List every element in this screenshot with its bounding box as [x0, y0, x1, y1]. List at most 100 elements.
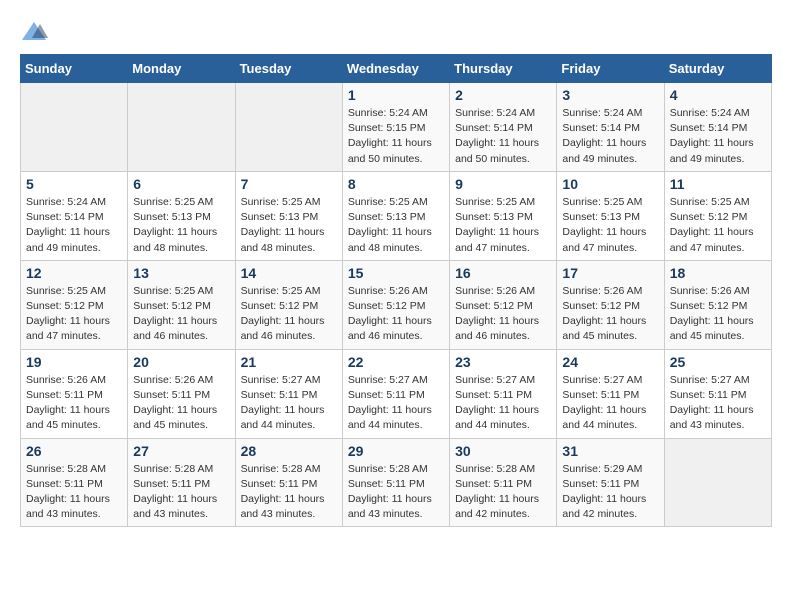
- day-info: Sunrise: 5:28 AM Sunset: 5:11 PM Dayligh…: [348, 462, 444, 523]
- calendar-cell: 19 Sunrise: 5:26 AM Sunset: 5:11 PM Dayli…: [21, 349, 128, 438]
- calendar-cell: 1 Sunrise: 5:24 AM Sunset: 5:15 PM Daylig…: [342, 83, 449, 172]
- calendar-cell: 24 Sunrise: 5:27 AM Sunset: 5:11 PM Dayli…: [557, 349, 664, 438]
- calendar-table: SundayMondayTuesdayWednesdayThursdayFrid…: [20, 54, 772, 527]
- day-number: 24: [562, 354, 658, 370]
- day-info: Sunrise: 5:26 AM Sunset: 5:12 PM Dayligh…: [455, 284, 551, 345]
- day-info: Sunrise: 5:27 AM Sunset: 5:11 PM Dayligh…: [348, 373, 444, 434]
- calendar-cell: 27 Sunrise: 5:28 AM Sunset: 5:11 PM Dayli…: [128, 438, 235, 527]
- calendar-cell: 7 Sunrise: 5:25 AM Sunset: 5:13 PM Daylig…: [235, 171, 342, 260]
- day-info: Sunrise: 5:24 AM Sunset: 5:14 PM Dayligh…: [670, 106, 766, 167]
- calendar-cell: [235, 83, 342, 172]
- weekday-header: Saturday: [664, 55, 771, 83]
- day-info: Sunrise: 5:27 AM Sunset: 5:11 PM Dayligh…: [455, 373, 551, 434]
- day-number: 11: [670, 176, 766, 192]
- calendar-cell: 5 Sunrise: 5:24 AM Sunset: 5:14 PM Daylig…: [21, 171, 128, 260]
- day-info: Sunrise: 5:27 AM Sunset: 5:11 PM Dayligh…: [562, 373, 658, 434]
- calendar-cell: 31Sunrise: 5:29 AM Sunset: 5:11 PM Dayli…: [557, 438, 664, 527]
- day-number: 3: [562, 87, 658, 103]
- day-number: 23: [455, 354, 551, 370]
- day-info: Sunrise: 5:25 AM Sunset: 5:13 PM Dayligh…: [241, 195, 337, 256]
- day-info: Sunrise: 5:26 AM Sunset: 5:11 PM Dayligh…: [133, 373, 229, 434]
- calendar-cell: 2 Sunrise: 5:24 AM Sunset: 5:14 PM Daylig…: [450, 83, 557, 172]
- logo-icon: [20, 20, 48, 44]
- day-info: Sunrise: 5:26 AM Sunset: 5:11 PM Dayligh…: [26, 373, 122, 434]
- weekday-header: Wednesday: [342, 55, 449, 83]
- day-info: Sunrise: 5:27 AM Sunset: 5:11 PM Dayligh…: [670, 373, 766, 434]
- calendar-week-row: 5 Sunrise: 5:24 AM Sunset: 5:14 PM Daylig…: [21, 171, 772, 260]
- calendar-cell: 11 Sunrise: 5:25 AM Sunset: 5:12 PM Dayli…: [664, 171, 771, 260]
- calendar-cell: 26 Sunrise: 5:28 AM Sunset: 5:11 PM Dayli…: [21, 438, 128, 527]
- calendar-cell: 30 Sunrise: 5:28 AM Sunset: 5:11 PM Dayli…: [450, 438, 557, 527]
- calendar-cell: 3Sunrise: 5:24 AM Sunset: 5:14 PM Daylig…: [557, 83, 664, 172]
- calendar-week-row: 26 Sunrise: 5:28 AM Sunset: 5:11 PM Dayli…: [21, 438, 772, 527]
- calendar-cell: 28Sunrise: 5:28 AM Sunset: 5:11 PM Dayli…: [235, 438, 342, 527]
- weekday-header: Monday: [128, 55, 235, 83]
- calendar-cell: [664, 438, 771, 527]
- weekday-header: Friday: [557, 55, 664, 83]
- day-info: Sunrise: 5:28 AM Sunset: 5:11 PM Dayligh…: [26, 462, 122, 523]
- day-number: 10: [562, 176, 658, 192]
- calendar-cell: 18 Sunrise: 5:26 AM Sunset: 5:12 PM Dayli…: [664, 260, 771, 349]
- day-number: 16: [455, 265, 551, 281]
- day-info: Sunrise: 5:25 AM Sunset: 5:12 PM Dayligh…: [241, 284, 337, 345]
- day-number: 13: [133, 265, 229, 281]
- day-info: Sunrise: 5:24 AM Sunset: 5:15 PM Dayligh…: [348, 106, 444, 167]
- day-number: 29: [348, 443, 444, 459]
- day-info: Sunrise: 5:28 AM Sunset: 5:11 PM Dayligh…: [133, 462, 229, 523]
- day-info: Sunrise: 5:25 AM Sunset: 5:13 PM Dayligh…: [348, 195, 444, 256]
- day-info: Sunrise: 5:28 AM Sunset: 5:11 PM Dayligh…: [455, 462, 551, 523]
- day-info: Sunrise: 5:25 AM Sunset: 5:13 PM Dayligh…: [133, 195, 229, 256]
- day-info: Sunrise: 5:26 AM Sunset: 5:12 PM Dayligh…: [670, 284, 766, 345]
- calendar-cell: 10 Sunrise: 5:25 AM Sunset: 5:13 PM Dayli…: [557, 171, 664, 260]
- calendar-cell: 16 Sunrise: 5:26 AM Sunset: 5:12 PM Dayli…: [450, 260, 557, 349]
- calendar-cell: 6 Sunrise: 5:25 AM Sunset: 5:13 PM Daylig…: [128, 171, 235, 260]
- day-number: 22: [348, 354, 444, 370]
- calendar-cell: 9Sunrise: 5:25 AM Sunset: 5:13 PM Daylig…: [450, 171, 557, 260]
- day-info: Sunrise: 5:26 AM Sunset: 5:12 PM Dayligh…: [562, 284, 658, 345]
- logo: [20, 20, 50, 44]
- day-info: Sunrise: 5:24 AM Sunset: 5:14 PM Dayligh…: [26, 195, 122, 256]
- day-number: 6: [133, 176, 229, 192]
- day-number: 31: [562, 443, 658, 459]
- calendar-cell: 21Sunrise: 5:27 AM Sunset: 5:11 PM Dayli…: [235, 349, 342, 438]
- day-number: 19: [26, 354, 122, 370]
- day-info: Sunrise: 5:25 AM Sunset: 5:13 PM Dayligh…: [562, 195, 658, 256]
- day-number: 1: [348, 87, 444, 103]
- weekday-header: Thursday: [450, 55, 557, 83]
- day-number: 28: [241, 443, 337, 459]
- calendar-cell: 15Sunrise: 5:26 AM Sunset: 5:12 PM Dayli…: [342, 260, 449, 349]
- day-info: Sunrise: 5:25 AM Sunset: 5:13 PM Dayligh…: [455, 195, 551, 256]
- day-number: 25: [670, 354, 766, 370]
- calendar-week-row: 12 Sunrise: 5:25 AM Sunset: 5:12 PM Dayli…: [21, 260, 772, 349]
- calendar-cell: 14Sunrise: 5:25 AM Sunset: 5:12 PM Dayli…: [235, 260, 342, 349]
- calendar-cell: 22 Sunrise: 5:27 AM Sunset: 5:11 PM Dayli…: [342, 349, 449, 438]
- day-info: Sunrise: 5:25 AM Sunset: 5:12 PM Dayligh…: [670, 195, 766, 256]
- calendar-week-row: 1 Sunrise: 5:24 AM Sunset: 5:15 PM Daylig…: [21, 83, 772, 172]
- day-number: 26: [26, 443, 122, 459]
- day-info: Sunrise: 5:24 AM Sunset: 5:14 PM Dayligh…: [455, 106, 551, 167]
- day-number: 7: [241, 176, 337, 192]
- day-number: 18: [670, 265, 766, 281]
- calendar-cell: 13Sunrise: 5:25 AM Sunset: 5:12 PM Dayli…: [128, 260, 235, 349]
- day-number: 5: [26, 176, 122, 192]
- calendar-week-row: 19 Sunrise: 5:26 AM Sunset: 5:11 PM Dayli…: [21, 349, 772, 438]
- day-info: Sunrise: 5:27 AM Sunset: 5:11 PM Dayligh…: [241, 373, 337, 434]
- day-number: 20: [133, 354, 229, 370]
- calendar-cell: 4 Sunrise: 5:24 AM Sunset: 5:14 PM Daylig…: [664, 83, 771, 172]
- weekday-header: Sunday: [21, 55, 128, 83]
- day-number: 4: [670, 87, 766, 103]
- calendar-cell: 8 Sunrise: 5:25 AM Sunset: 5:13 PM Daylig…: [342, 171, 449, 260]
- calendar-cell: [128, 83, 235, 172]
- day-info: Sunrise: 5:25 AM Sunset: 5:12 PM Dayligh…: [26, 284, 122, 345]
- day-number: 30: [455, 443, 551, 459]
- calendar-cell: 23 Sunrise: 5:27 AM Sunset: 5:11 PM Dayli…: [450, 349, 557, 438]
- day-number: 12: [26, 265, 122, 281]
- day-info: Sunrise: 5:26 AM Sunset: 5:12 PM Dayligh…: [348, 284, 444, 345]
- calendar-cell: [21, 83, 128, 172]
- weekday-header: Tuesday: [235, 55, 342, 83]
- day-number: 8: [348, 176, 444, 192]
- calendar-cell: 25 Sunrise: 5:27 AM Sunset: 5:11 PM Dayli…: [664, 349, 771, 438]
- calendar-cell: 17Sunrise: 5:26 AM Sunset: 5:12 PM Dayli…: [557, 260, 664, 349]
- day-number: 2: [455, 87, 551, 103]
- day-number: 27: [133, 443, 229, 459]
